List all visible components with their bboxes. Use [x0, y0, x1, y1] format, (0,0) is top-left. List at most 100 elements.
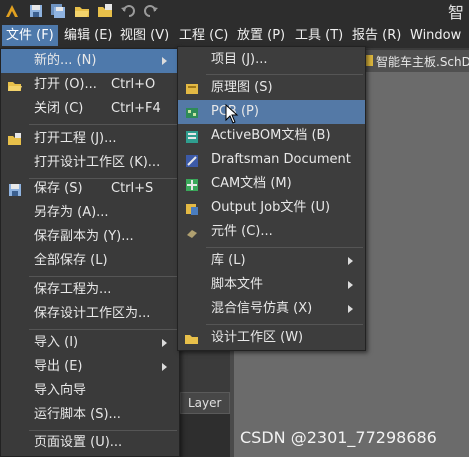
pcb-icon: [185, 105, 199, 119]
file-menu-item-export[interactable]: 导出 (E): [1, 355, 179, 379]
menu-item-label: 导入向导: [34, 383, 87, 398]
menu-item-label: 全部保存 (L): [34, 253, 108, 268]
file-menu-item-import-wizard[interactable]: 导入向导: [1, 379, 179, 403]
menu-item-label: 保存工程为...: [34, 282, 112, 297]
output-job-icon: [185, 201, 199, 215]
open-folder-icon: [8, 78, 22, 92]
new-menu-item-library[interactable]: 库 (L): [178, 249, 365, 273]
menu-item-label: 关闭 (C): [34, 101, 84, 116]
submenu-arrow-icon: [348, 281, 353, 289]
new-menu-item-schematic[interactable]: 原理图 (S): [178, 76, 365, 100]
file-menu-item-close[interactable]: 关闭 (C) Ctrl+F4: [1, 97, 179, 121]
file-menu-item-open-project[interactable]: 打开工程 (J)...: [1, 127, 179, 151]
document-tab[interactable]: 智能车主板.SchDoc: [360, 50, 469, 72]
panel-area: [180, 414, 230, 457]
menu-item-label: 新的... (N): [34, 53, 97, 68]
redo-icon[interactable]: [143, 3, 159, 19]
menu-item-label: 设计工作区 (W): [211, 330, 304, 345]
menu-item-label: 元件 (C)...: [211, 224, 273, 239]
menu-separator: [206, 74, 363, 75]
menu-separator: [29, 329, 177, 330]
menu-item-label: 混合信号仿真 (X): [211, 301, 313, 316]
watermark-text: CSDN @2301_77298686: [240, 428, 437, 447]
menu-item-label: Draftsman Document: [211, 152, 351, 167]
file-menu-item-save-as[interactable]: 另存为 (A)...: [1, 201, 179, 225]
new-menu-item-cam[interactable]: CAM文档 (M): [178, 172, 365, 196]
menu-item-label: 库 (L): [211, 253, 246, 268]
menu-reports[interactable]: 报告 (R): [348, 25, 405, 46]
new-menu-item-component[interactable]: 元件 (C)...: [178, 220, 365, 244]
menu-item-label: Output Job文件 (U): [211, 200, 331, 215]
menu-tools[interactable]: 工具 (T): [291, 25, 347, 46]
new-menu-item-workspace[interactable]: 设计工作区 (W): [178, 326, 365, 350]
new-menu-item-activebom[interactable]: ActiveBOM文档 (B): [178, 124, 365, 148]
quick-access-toolbar: 智: [0, 0, 469, 22]
submenu-arrow-icon: [162, 57, 167, 65]
menu-edit[interactable]: 编辑 (E): [60, 25, 117, 46]
save-icon: [8, 182, 22, 196]
menu-separator: [206, 324, 363, 325]
open-project-icon[interactable]: [97, 3, 113, 19]
submenu-arrow-icon: [162, 339, 167, 347]
menu-item-label: 打开工程 (J)...: [34, 131, 117, 146]
file-menu-item-save-copy[interactable]: 保存副本为 (Y)...: [1, 225, 179, 249]
app-logo-icon[interactable]: [4, 3, 20, 19]
submenu-arrow-icon: [162, 363, 167, 371]
new-menu-item-output-job[interactable]: Output Job文件 (U): [178, 196, 365, 220]
workspace-icon: [185, 331, 199, 345]
menu-window[interactable]: Window: [406, 25, 465, 46]
save-all-icon[interactable]: [50, 3, 66, 19]
menu-place[interactable]: 放置 (P): [233, 25, 289, 46]
menu-item-label: 保存设计工作区为...: [34, 306, 151, 321]
open-icon[interactable]: [74, 3, 90, 19]
app-title: 智: [448, 3, 465, 22]
file-menu-item-page-setup[interactable]: 页面设置 (U)...: [1, 431, 179, 455]
submenu-arrow-icon: [348, 257, 353, 265]
menu-bar: 文件 (F) 编辑 (E) 视图 (V) 工程 (C) 放置 (P) 工具 (T…: [0, 22, 469, 48]
menu-item-label: 原理图 (S): [211, 80, 273, 95]
menu-item-label: 项目 (J)...: [211, 52, 268, 67]
menu-separator: [29, 124, 177, 125]
draftsman-icon: [185, 153, 199, 167]
mouse-cursor-icon: [225, 103, 239, 128]
new-submenu: 项目 (J)... 原理图 (S) PCB (P) ActiveBOM文档 (B…: [177, 46, 366, 351]
menu-item-label: 导出 (E): [34, 359, 83, 374]
menu-item-label: 打开 (O)...: [34, 77, 97, 92]
submenu-arrow-icon: [348, 305, 353, 313]
menu-separator: [206, 247, 363, 248]
menu-project[interactable]: 工程 (C): [175, 25, 232, 46]
file-menu-item-save-all[interactable]: 全部保存 (L): [1, 249, 179, 273]
file-menu-item-new[interactable]: 新的... (N): [1, 49, 179, 73]
file-menu-item-save-workspace-as[interactable]: 保存设计工作区为...: [1, 302, 179, 326]
new-menu-item-script-files[interactable]: 脚本文件: [178, 273, 365, 297]
menu-separator: [29, 276, 177, 277]
new-menu-item-project[interactable]: 项目 (J)...: [178, 48, 365, 72]
menu-item-label: 运行脚本 (S)...: [34, 407, 121, 422]
shortcut-label: Ctrl+F4: [111, 101, 161, 116]
menu-item-label: 另存为 (A)...: [34, 205, 109, 220]
document-tab-label: 智能车主板.SchDoc: [376, 55, 469, 69]
schematic-icon: [185, 81, 199, 95]
menu-item-label: 页面设置 (U)...: [34, 435, 123, 450]
menu-view[interactable]: 视图 (V): [116, 25, 173, 46]
menu-item-label: 导入 (I): [34, 335, 79, 350]
file-menu-item-open[interactable]: 打开 (O)... Ctrl+O: [1, 73, 179, 97]
layer-panel-tab[interactable]: Layer: [180, 392, 230, 414]
new-menu-item-mixed-sim[interactable]: 混合信号仿真 (X): [178, 297, 365, 321]
save-icon[interactable]: [28, 3, 44, 19]
file-menu-item-save[interactable]: 保存 (S) Ctrl+S: [1, 177, 179, 201]
file-menu-item-run-script[interactable]: 运行脚本 (S)...: [1, 403, 179, 427]
cam-icon: [185, 177, 199, 191]
file-menu-item-import[interactable]: 导入 (I): [1, 331, 179, 355]
undo-icon[interactable]: [120, 3, 136, 19]
bom-icon: [185, 129, 199, 143]
file-menu: 新的... (N) 打开 (O)... Ctrl+O 关闭 (C) Ctrl+F…: [0, 48, 180, 457]
menu-file[interactable]: 文件 (F): [2, 25, 58, 46]
shortcut-label: Ctrl+O: [111, 77, 156, 92]
file-menu-item-open-workspace[interactable]: 打开设计工作区 (K)...: [1, 151, 179, 175]
menu-item-label: 脚本文件: [211, 277, 264, 292]
new-menu-item-pcb[interactable]: PCB (P): [178, 100, 365, 124]
menu-item-label: 打开设计工作区 (K)...: [34, 155, 161, 170]
file-menu-item-save-project-as[interactable]: 保存工程为...: [1, 278, 179, 302]
new-menu-item-draftsman[interactable]: Draftsman Document: [178, 148, 365, 172]
